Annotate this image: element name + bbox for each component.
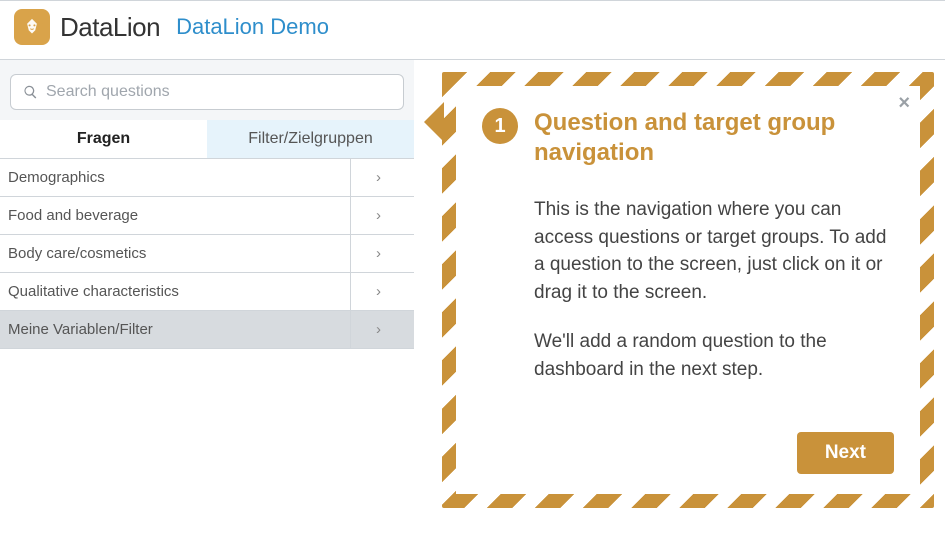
brand-name: DataLion (60, 12, 160, 43)
close-icon[interactable]: × (898, 92, 910, 115)
tour-paragraph: We'll add a random question to the dashb… (534, 328, 894, 383)
category-label: Qualitative characteristics (8, 283, 179, 300)
chevron-right-icon: › (350, 235, 406, 272)
sidebar: Fragen Filter/Zielgruppen Demographics ›… (0, 60, 414, 349)
category-label: Meine Variablen/Filter (8, 321, 153, 338)
tab-filter-zielgruppen[interactable]: Filter/Zielgruppen (207, 120, 414, 158)
category-list: Demographics › Food and beverage › Body … (0, 159, 414, 349)
category-label: Body care/cosmetics (8, 245, 146, 262)
search-input[interactable] (46, 83, 391, 101)
tour-popover: × 1 Question and target group navigation… (442, 72, 934, 508)
category-item-meine-variablen[interactable]: Meine Variablen/Filter › (0, 311, 414, 349)
category-item-food[interactable]: Food and beverage › (0, 197, 414, 235)
category-label: Food and beverage (8, 207, 138, 224)
category-item-qualitative[interactable]: Qualitative characteristics › (0, 273, 414, 311)
step-number-badge: 1 (482, 108, 518, 144)
next-button[interactable]: Next (797, 432, 894, 474)
search-box[interactable] (10, 74, 404, 110)
sidebar-tabs: Fragen Filter/Zielgruppen (0, 120, 414, 159)
brand-subtitle-link[interactable]: DataLion Demo (176, 14, 329, 40)
chevron-right-icon: › (350, 197, 406, 234)
tour-paragraph: This is the navigation where you can acc… (534, 196, 894, 306)
category-item-demographics[interactable]: Demographics › (0, 159, 414, 197)
chevron-right-icon: › (350, 311, 406, 348)
chevron-right-icon: › (350, 159, 406, 196)
tour-content: × 1 Question and target group navigation… (456, 86, 920, 494)
category-label: Demographics (8, 169, 105, 186)
tour-arrow-left-icon (424, 102, 444, 142)
chevron-right-icon: › (350, 273, 406, 310)
search-icon (23, 84, 38, 100)
lion-icon (19, 14, 45, 40)
tour-body: This is the navigation where you can acc… (482, 196, 894, 383)
brand-logo (14, 9, 50, 45)
tour-title: Question and target group navigation (534, 108, 894, 168)
top-bar: DataLion DataLion Demo (0, 0, 945, 60)
tab-fragen[interactable]: Fragen (0, 120, 207, 158)
category-item-body-care[interactable]: Body care/cosmetics › (0, 235, 414, 273)
